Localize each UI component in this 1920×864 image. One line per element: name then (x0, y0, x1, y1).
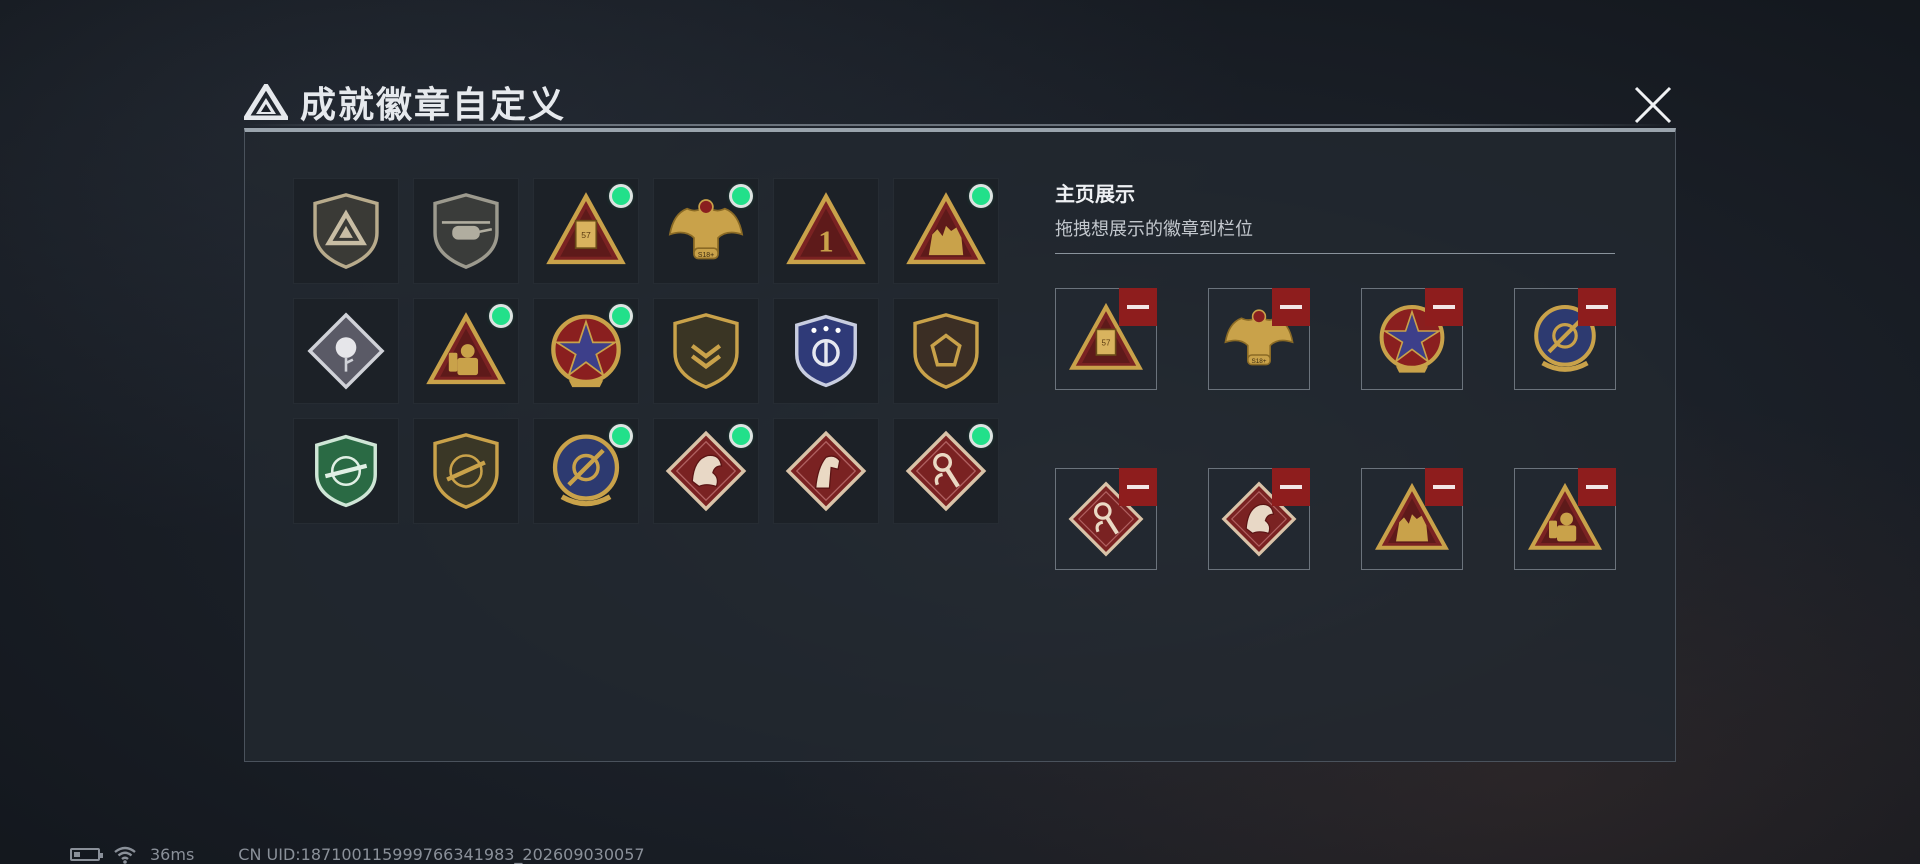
badge-item[interactable] (413, 418, 519, 524)
minus-icon[interactable] (1272, 288, 1310, 326)
minus-icon[interactable] (1119, 468, 1157, 506)
white-rose-badge-icon (307, 312, 385, 390)
minus-icon[interactable] (1119, 288, 1157, 326)
triangle-logo-icon (244, 84, 288, 120)
display-slot[interactable] (1361, 468, 1463, 570)
display-slot[interactable]: 57 (1055, 288, 1157, 390)
display-slots: 57 S18+ (1055, 288, 1616, 570)
display-subtitle: 拖拽想展示的徽章到栏位 (1055, 219, 1253, 240)
badge-item[interactable] (413, 178, 519, 284)
display-slot[interactable] (1361, 288, 1463, 390)
badge-item[interactable] (773, 298, 879, 404)
badge-item[interactable] (413, 298, 519, 404)
display-slot[interactable]: S18+ (1208, 288, 1310, 390)
rifle-crosshair-badge-icon (433, 433, 499, 509)
number-one-badge-icon: 1 (786, 192, 866, 265)
badge-item[interactable] (293, 178, 399, 284)
shield-triangle-badge-icon (313, 193, 379, 269)
badge-item[interactable] (893, 298, 999, 404)
new-indicator-dot (732, 427, 750, 445)
new-indicator-dot (612, 187, 630, 205)
new-indicator-dot (612, 427, 630, 445)
ping-label: 36ms (150, 845, 195, 864)
minus-icon[interactable] (1272, 468, 1310, 506)
badge-item[interactable] (893, 418, 999, 524)
page-title: 成就徽章自定义 (300, 85, 567, 126)
svg-text:S18+: S18+ (698, 252, 714, 259)
gem-shield-badge-icon (913, 313, 979, 389)
red-horse-badge-icon (785, 430, 867, 512)
status-bar: 36ms CN UID:1871001159997663419​83_20260… (70, 845, 645, 864)
svg-text:57: 57 (581, 230, 591, 240)
minus-icon[interactable] (1578, 468, 1616, 506)
new-indicator-dot (732, 187, 750, 205)
new-indicator-dot (972, 427, 990, 445)
minus-icon[interactable] (1578, 288, 1616, 326)
badge-item[interactable] (773, 418, 879, 524)
badge-inventory-grid: 57 S18+ 1 (293, 178, 999, 524)
display-slot[interactable] (1514, 468, 1616, 570)
badge-item[interactable]: S18+ (653, 178, 759, 284)
badge-item[interactable] (533, 298, 639, 404)
title-bar: 成就徽章自定义 (244, 76, 566, 128)
badge-item[interactable]: 57 (533, 178, 639, 284)
divider (1055, 253, 1615, 254)
display-slot[interactable] (1208, 468, 1310, 570)
close-icon[interactable] (1630, 82, 1676, 128)
badge-item[interactable]: 1 (773, 178, 879, 284)
uid-label: CN UID:1871001159997663419​83_2026090300… (238, 845, 645, 864)
svg-text:1: 1 (818, 224, 833, 259)
green-crosshair-badge-icon (315, 434, 377, 508)
badge-item[interactable] (533, 418, 639, 524)
wifi-icon (114, 846, 136, 864)
svg-text:57: 57 (1102, 338, 1111, 347)
badge-panel: 57 S18+ 1 主页展示 拖拽想展示的徽章到栏位 57 S18+ (244, 124, 1676, 762)
new-indicator-dot (492, 307, 510, 325)
helicopter-badge-icon (433, 193, 499, 269)
blue-stars-badge-icon (795, 314, 857, 388)
minus-icon[interactable] (1425, 468, 1463, 506)
minus-icon[interactable] (1425, 288, 1463, 326)
badge-item[interactable] (293, 418, 399, 524)
battery-icon (70, 848, 103, 861)
new-indicator-dot (612, 307, 630, 325)
chevron-shield-badge-icon (673, 313, 739, 389)
badge-item[interactable] (653, 298, 759, 404)
new-indicator-dot (972, 187, 990, 205)
display-title: 主页展示 (1055, 182, 1135, 206)
badge-item[interactable] (653, 418, 759, 524)
svg-text:S18+: S18+ (1251, 358, 1266, 365)
display-section: 主页展示 拖拽想展示的徽章到栏位 (1055, 178, 1615, 254)
badge-item[interactable] (293, 298, 399, 404)
display-slot[interactable] (1055, 468, 1157, 570)
display-slot[interactable] (1514, 288, 1616, 390)
badge-item[interactable] (893, 178, 999, 284)
